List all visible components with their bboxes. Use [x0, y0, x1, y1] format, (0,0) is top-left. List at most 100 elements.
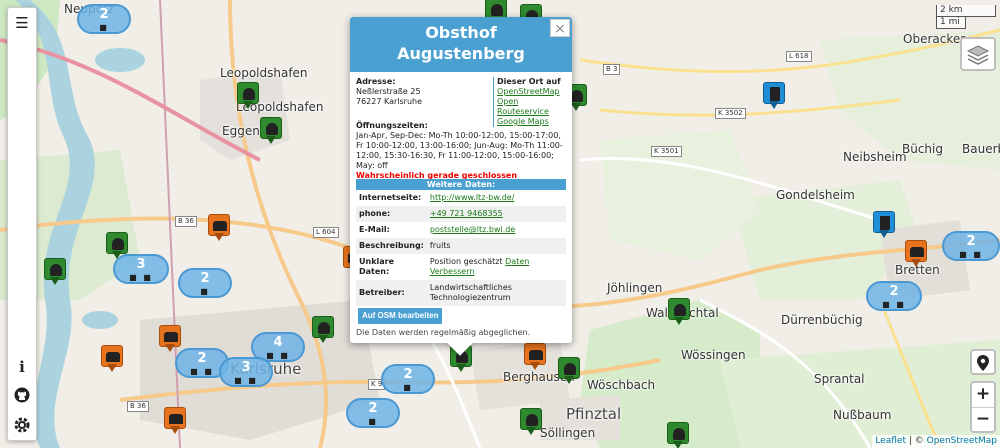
- road-label: K 3501: [651, 146, 682, 157]
- github-icon[interactable]: [8, 382, 36, 408]
- farm-marker[interactable]: [237, 82, 259, 112]
- cluster-count: 2: [200, 271, 210, 286]
- cluster-count: 4: [273, 335, 283, 350]
- table-row: phone: +49 721 9468355: [356, 206, 566, 222]
- farm-marker[interactable]: [260, 117, 282, 147]
- road-label: B 3: [603, 64, 621, 75]
- layers-button[interactable]: [960, 37, 996, 71]
- shop-marker[interactable]: [208, 214, 230, 244]
- more-data-header: Weitere Daten:: [356, 179, 566, 190]
- cluster-count: 2: [368, 401, 378, 416]
- shop-icon: [169, 414, 183, 424]
- place-label: Wössingen: [681, 348, 746, 362]
- zoom-in-button[interactable]: +: [972, 383, 994, 407]
- cluster-count: 2: [966, 234, 976, 249]
- settings-icon[interactable]: [8, 412, 36, 438]
- locate-button[interactable]: [970, 349, 996, 375]
- links-label: Dieser Ort auf: [497, 77, 561, 86]
- osm-link[interactable]: OpenStreetMap: [927, 436, 997, 446]
- place-label: Neibsheim: [843, 150, 907, 164]
- attribution: Leaflet | © OpenStreetMap: [872, 435, 1000, 448]
- zoom-out-button[interactable]: −: [972, 407, 994, 431]
- leaflet-link[interactable]: Leaflet: [875, 436, 906, 446]
- farm-marker[interactable]: [668, 298, 690, 328]
- marker-cluster[interactable]: 2 ■: [346, 398, 400, 428]
- info-marker[interactable]: [873, 211, 895, 241]
- building-icon: [770, 87, 780, 101]
- edit-on-osm-button[interactable]: Auf OSM bearbeiten: [358, 308, 443, 324]
- phone-link[interactable]: +49 721 9468355: [430, 209, 503, 218]
- cluster-count: 3: [241, 360, 251, 375]
- place-label: Dürrenbüchig: [781, 313, 863, 327]
- place-label: Söllingen: [540, 426, 596, 440]
- farm-marker[interactable]: [667, 422, 689, 448]
- menu-icon[interactable]: ☰: [8, 10, 36, 36]
- hours-text: Jan-Apr, Sep-Dec: Mo-Th 10:00-12:00, 15:…: [356, 131, 563, 170]
- place-label: Wöschbach: [587, 378, 656, 392]
- farm-marker[interactable]: [520, 408, 542, 438]
- road-label: K 3502: [715, 108, 746, 119]
- farm-icon: [674, 304, 686, 316]
- shop-marker[interactable]: [159, 325, 181, 355]
- road-label: B 36: [175, 216, 197, 227]
- farm-icon: [318, 322, 330, 334]
- shop-icon: [106, 352, 120, 362]
- farm-icon: [526, 414, 538, 426]
- more-data: Weitere Daten: Internetseite: http://www…: [356, 179, 566, 306]
- shop-icon: [529, 350, 543, 360]
- farm-marker[interactable]: [558, 357, 580, 387]
- shop-marker[interactable]: [905, 240, 927, 270]
- farm-icon: [50, 264, 62, 276]
- unclear-data-label: Unklare Daten:: [359, 257, 395, 276]
- place-label: Nußbaum: [833, 408, 892, 422]
- marker-cluster[interactable]: 2 ■: [381, 364, 435, 394]
- marker-cluster[interactable]: 2 ■: [178, 268, 232, 298]
- cluster-icons: ■ ■: [882, 300, 906, 309]
- website-link[interactable]: http://www.ltz-bw.de/: [430, 193, 515, 202]
- address-label: Adresse:: [356, 77, 396, 86]
- layers-icon: [966, 45, 990, 65]
- farm-marker[interactable]: [44, 258, 66, 288]
- place-label: Jöhlingen: [607, 281, 663, 295]
- sidebar: ☰ i: [7, 7, 37, 441]
- close-icon[interactable]: ×: [550, 19, 570, 37]
- scale-mi: 1 mi: [936, 17, 966, 29]
- cluster-count: 2: [99, 7, 109, 22]
- cluster-count: 2: [889, 284, 899, 299]
- place-label: Bauerb: [962, 142, 1000, 156]
- shop-marker[interactable]: [524, 343, 546, 373]
- operator-label: Betreiber:: [356, 280, 427, 306]
- link-open-routeservice[interactable]: Open Routeservice: [497, 97, 567, 117]
- shop-icon: [164, 332, 178, 342]
- opening-hours: Öffnungszeiten: Jan-Apr, Sep-Dec: Mo-Th …: [356, 121, 566, 181]
- shop-marker[interactable]: [164, 407, 186, 437]
- email-label: E-Mail:: [359, 225, 390, 234]
- place-label: Oberacker: [903, 32, 966, 46]
- farm-marker[interactable]: [312, 316, 334, 346]
- info-marker[interactable]: [763, 82, 785, 112]
- marker-cluster[interactable]: 2 ■ ■: [866, 281, 922, 311]
- farm-icon: [266, 123, 278, 135]
- info-icon[interactable]: i: [8, 354, 36, 380]
- popup-title: Obsthof Augustenberg: [350, 17, 572, 72]
- address-line1: Neßlerstraße 25: [356, 87, 421, 96]
- link-openstreetmap[interactable]: OpenStreetMap: [497, 87, 567, 97]
- marker-cluster[interactable]: 2 ■: [77, 4, 131, 34]
- shop-marker[interactable]: [101, 345, 123, 375]
- hours-label: Öffnungszeiten:: [356, 121, 428, 130]
- description-value: fruits: [426, 238, 566, 254]
- email-link[interactable]: poststelle@ltz.bwl.de: [430, 225, 515, 234]
- marker-cluster[interactable]: 2 ■ ■: [942, 231, 1000, 261]
- farm-marker[interactable]: [106, 232, 128, 262]
- table-row: Beschreibung: fruits: [356, 238, 566, 254]
- farm-icon: [571, 90, 583, 102]
- farm-icon: [112, 238, 124, 250]
- road-label: B 36: [127, 401, 149, 412]
- farm-icon: [564, 363, 576, 375]
- zoom-control: + −: [970, 381, 996, 433]
- cluster-icons: ■ ■: [234, 376, 258, 385]
- marker-cluster[interactable]: 3 ■ ■: [219, 357, 273, 387]
- place-label: Sprantal: [814, 372, 865, 386]
- address-block: Adresse: Neßlerstraße 25 76227 Karlsruhe: [356, 77, 486, 107]
- table-row: E-Mail: poststelle@ltz.bwl.de: [356, 222, 566, 238]
